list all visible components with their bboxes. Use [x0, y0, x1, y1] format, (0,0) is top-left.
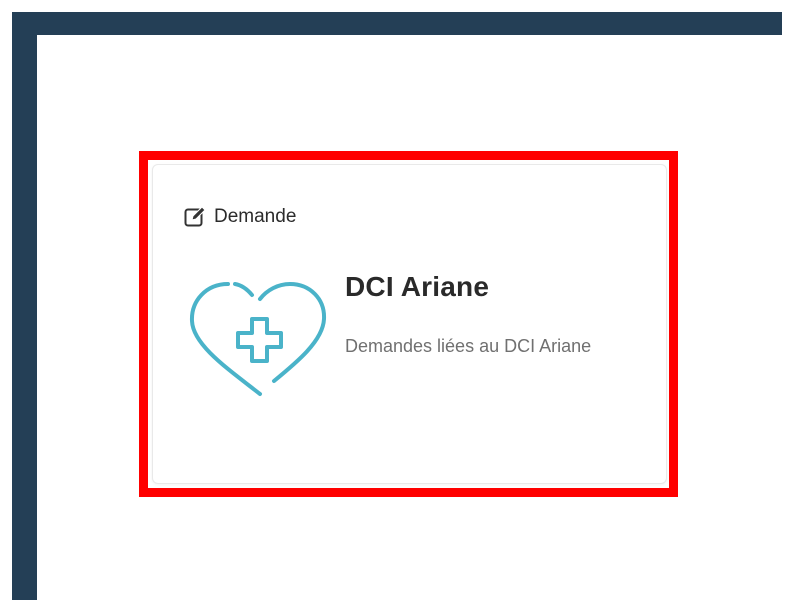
content-area: Demande DCI Ariane Demandes liées au DCI… — [37, 35, 782, 600]
service-card[interactable]: Demande DCI Ariane Demandes liées au DCI… — [152, 164, 667, 484]
highlight-box: Demande DCI Ariane Demandes liées au DCI… — [139, 151, 678, 497]
screenshot-frame: Demande DCI Ariane Demandes liées au DCI… — [12, 12, 782, 600]
card-title: DCI Ariane — [345, 271, 490, 302]
card-type: Demande — [183, 205, 296, 229]
heart-medical-cross-icon — [189, 281, 327, 396]
card-description: Demandes liées au DCI Ariane — [345, 336, 592, 356]
edit-icon — [183, 205, 207, 229]
card-type-label: Demande — [214, 206, 297, 227]
